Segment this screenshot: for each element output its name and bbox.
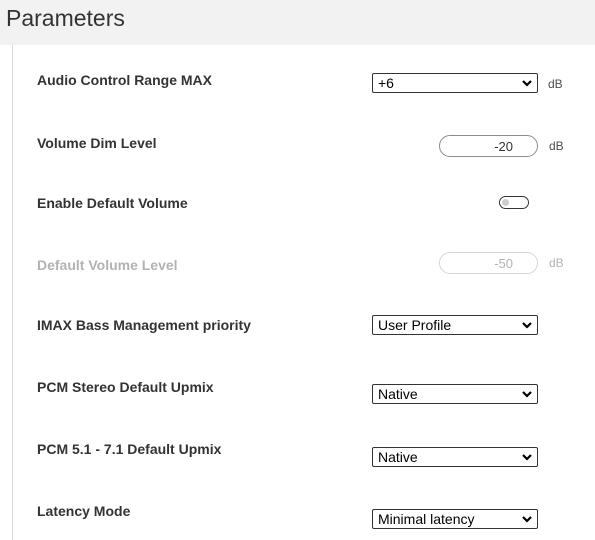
volume-dim-level-label: Volume Dim Level — [37, 135, 157, 151]
default-volume-level-value: -50 — [494, 256, 513, 271]
volume-dim-level-unit: dB — [549, 139, 564, 153]
parameters-header: Parameters — [0, 0, 595, 45]
pcm-stereo-upmix-label: PCM Stereo Default Upmix — [37, 379, 214, 395]
chevron-down-icon — [522, 454, 532, 461]
latency-mode-label: Latency Mode — [37, 503, 131, 519]
toggle-knob — [502, 198, 509, 206]
latency-mode-value: Minimal latency — [378, 511, 475, 527]
default-volume-level-label: Default Volume Level — [37, 257, 178, 273]
volume-dim-level-value: -20 — [494, 139, 513, 154]
audio-control-range-unit: dB — [548, 77, 563, 91]
imax-bass-select[interactable]: User Profile — [372, 315, 538, 335]
chevron-down-icon — [522, 516, 532, 523]
page-title: Parameters — [6, 5, 125, 31]
latency-mode-select[interactable]: Minimal latency — [372, 509, 538, 529]
pcm-51-71-upmix-label: PCM 5.1 - 7.1 Default Upmix — [37, 441, 222, 457]
pcm-stereo-upmix-value: Native — [378, 386, 418, 402]
audio-control-range-select[interactable]: +6 — [372, 73, 538, 93]
imax-bass-value: User Profile — [378, 317, 452, 333]
chevron-down-icon — [522, 322, 532, 329]
audio-control-range-value: +6 — [378, 75, 394, 91]
default-volume-level-input: -50 — [439, 252, 538, 274]
volume-dim-level-input[interactable]: -20 — [439, 135, 538, 157]
pcm-51-71-upmix-select[interactable]: Native — [372, 447, 538, 467]
audio-control-range-label: Audio Control Range MAX — [37, 72, 212, 88]
pcm-stereo-upmix-select[interactable]: Native — [372, 384, 538, 404]
chevron-down-icon — [522, 391, 532, 398]
enable-default-volume-toggle[interactable] — [499, 196, 529, 209]
enable-default-volume-label: Enable Default Volume — [37, 195, 188, 211]
default-volume-level-unit: dB — [549, 256, 564, 270]
imax-bass-label: IMAX Bass Management priority — [37, 317, 251, 333]
chevron-down-icon — [522, 80, 532, 87]
pcm-51-71-upmix-value: Native — [378, 449, 418, 465]
